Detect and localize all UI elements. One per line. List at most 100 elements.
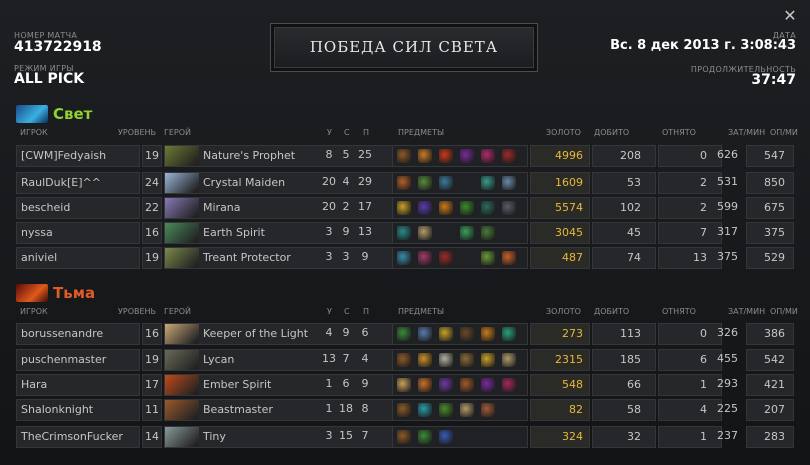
item-icon[interactable] (439, 378, 453, 392)
player-row[interactable]: aniviel 19 Treant Protector 3 3 9 487 74 13 375 52… (16, 247, 794, 269)
team-header: Свет (16, 104, 92, 124)
item-icon[interactable] (460, 353, 474, 367)
item-icon[interactable] (418, 226, 432, 240)
item-icon[interactable] (502, 251, 516, 265)
player-row[interactable]: Hara 17 Ember Spirit 1 6 9 548 66 1 293 421 (16, 374, 794, 396)
col-xpm: ЗАТ/МИН (728, 128, 766, 137)
item-icon[interactable] (397, 403, 411, 417)
item-icon[interactable] (439, 327, 453, 341)
result-title: ПОБЕДА СИЛ СВЕТА (309, 38, 499, 56)
assists: 9 (361, 377, 369, 390)
item-icon[interactable] (439, 201, 453, 215)
item-icon[interactable] (481, 403, 495, 417)
item-icon[interactable] (397, 149, 411, 163)
item-icon[interactable] (502, 201, 516, 215)
item-icon[interactable] (481, 149, 495, 163)
item-icon[interactable] (397, 327, 411, 341)
player-name[interactable]: borussenandre (16, 323, 140, 345)
player-name[interactable]: nyssa (16, 222, 140, 244)
item-icon[interactable] (502, 149, 516, 163)
hero-portrait (165, 223, 199, 243)
column-headers: ИГРОК УРОВЕНЬ ГЕРОЙ У С П ПРЕДМЕТЫ ЗОЛОТО ДОБИТО… (16, 307, 798, 319)
item-icon[interactable] (439, 176, 453, 190)
item-icon[interactable] (481, 251, 495, 265)
item-icon[interactable] (397, 176, 411, 190)
item-icon[interactable] (460, 403, 474, 417)
player-level: 14 (142, 426, 162, 448)
deaths: 9 (342, 326, 350, 339)
player-name[interactable]: TheCrimsonFucker (16, 426, 140, 448)
player-row[interactable]: Shalonknight 11 Beastmaster 1 18 8 82 58 4 225 207 (16, 399, 794, 421)
item-icon[interactable] (460, 226, 474, 240)
kills: 4 (325, 326, 333, 339)
xp-per-min: 626 (717, 148, 738, 161)
item-icon[interactable] (502, 353, 516, 367)
item-icon[interactable] (397, 251, 411, 265)
hero-portrait (165, 198, 199, 218)
item-icon[interactable] (502, 378, 516, 392)
item-icon[interactable] (481, 226, 495, 240)
player-name[interactable]: Shalonknight (16, 399, 140, 421)
gold: 82 (530, 399, 590, 421)
item-icon[interactable] (418, 430, 432, 444)
item-icon[interactable] (481, 353, 495, 367)
player-row[interactable]: TheCrimsonFucker 14 Tiny 3 15 7 324 32 1 237 283 (16, 426, 794, 448)
item-icon[interactable] (481, 176, 495, 190)
item-icon[interactable] (460, 149, 474, 163)
item-icon[interactable] (460, 201, 474, 215)
player-row[interactable]: borussenandre 16 Keeper of the Light 4 9 6 273… (16, 323, 794, 345)
item-icon[interactable] (481, 327, 495, 341)
player-row[interactable]: bescheid 22 Mirana 20 2 17 5574 102 2 599 675 (16, 197, 794, 219)
player-row[interactable]: nyssa 16 Earth Spirit 3 9 13 3045 45 7 317 375 (16, 222, 794, 244)
gold: 3045 (530, 222, 590, 244)
item-icon[interactable] (460, 378, 474, 392)
item-icon[interactable] (418, 378, 432, 392)
player-name[interactable]: aniviel (16, 247, 140, 269)
item-icon[interactable] (418, 149, 432, 163)
col-gold: ЗОЛОТО (546, 128, 581, 137)
player-name[interactable]: bescheid (16, 197, 140, 219)
player-row[interactable]: [CWM]Fedyaish 19 Nature's Prophet 8 5 25 4996 2… (16, 145, 794, 167)
player-row[interactable]: puschenmaster 19 Lycan 13 7 4 2315 185 6 455 542 (16, 349, 794, 371)
item-icon[interactable] (418, 353, 432, 367)
item-icon[interactable] (397, 430, 411, 444)
col-items: ПРЕДМЕТЫ (398, 128, 445, 137)
gold-per-min: 850 (746, 172, 794, 194)
item-icon[interactable] (439, 403, 453, 417)
item-icon[interactable] (439, 251, 453, 265)
item-icon[interactable] (397, 353, 411, 367)
item-icon[interactable] (439, 430, 453, 444)
gold-per-min: 375 (746, 222, 794, 244)
item-icon[interactable] (481, 201, 495, 215)
item-icon[interactable] (439, 353, 453, 367)
player-name[interactable]: puschenmaster (16, 349, 140, 371)
player-name[interactable]: RaulDuk[E]^^ (16, 172, 140, 194)
col-assists: П (363, 128, 370, 137)
item-icon[interactable] (418, 403, 432, 417)
item-icon[interactable] (460, 327, 474, 341)
kills: 3 (325, 225, 333, 238)
hero-name: Tiny (203, 430, 226, 443)
col-kills: У (327, 307, 332, 316)
item-icon[interactable] (397, 378, 411, 392)
item-list (392, 399, 528, 421)
item-icon[interactable] (502, 327, 516, 341)
assists: 7 (361, 429, 369, 442)
item-icon[interactable] (418, 251, 432, 265)
item-icon[interactable] (439, 149, 453, 163)
close-icon[interactable]: ✕ (782, 8, 798, 24)
item-icon[interactable] (418, 201, 432, 215)
item-icon[interactable] (397, 226, 411, 240)
gold: 1609 (530, 172, 590, 194)
item-icon[interactable] (481, 378, 495, 392)
player-name[interactable]: [CWM]Fedyaish (16, 145, 140, 167)
item-icon[interactable] (397, 201, 411, 215)
item-icon[interactable] (502, 176, 516, 190)
player-row[interactable]: RaulDuk[E]^^ 24 Crystal Maiden 20 4 29 1609 53 2… (16, 172, 794, 194)
player-name[interactable]: Hara (16, 374, 140, 396)
col-assists: П (363, 307, 370, 316)
hero-name: Beastmaster (203, 403, 273, 416)
hero-portrait (165, 427, 199, 447)
item-icon[interactable] (418, 176, 432, 190)
item-icon[interactable] (418, 327, 432, 341)
